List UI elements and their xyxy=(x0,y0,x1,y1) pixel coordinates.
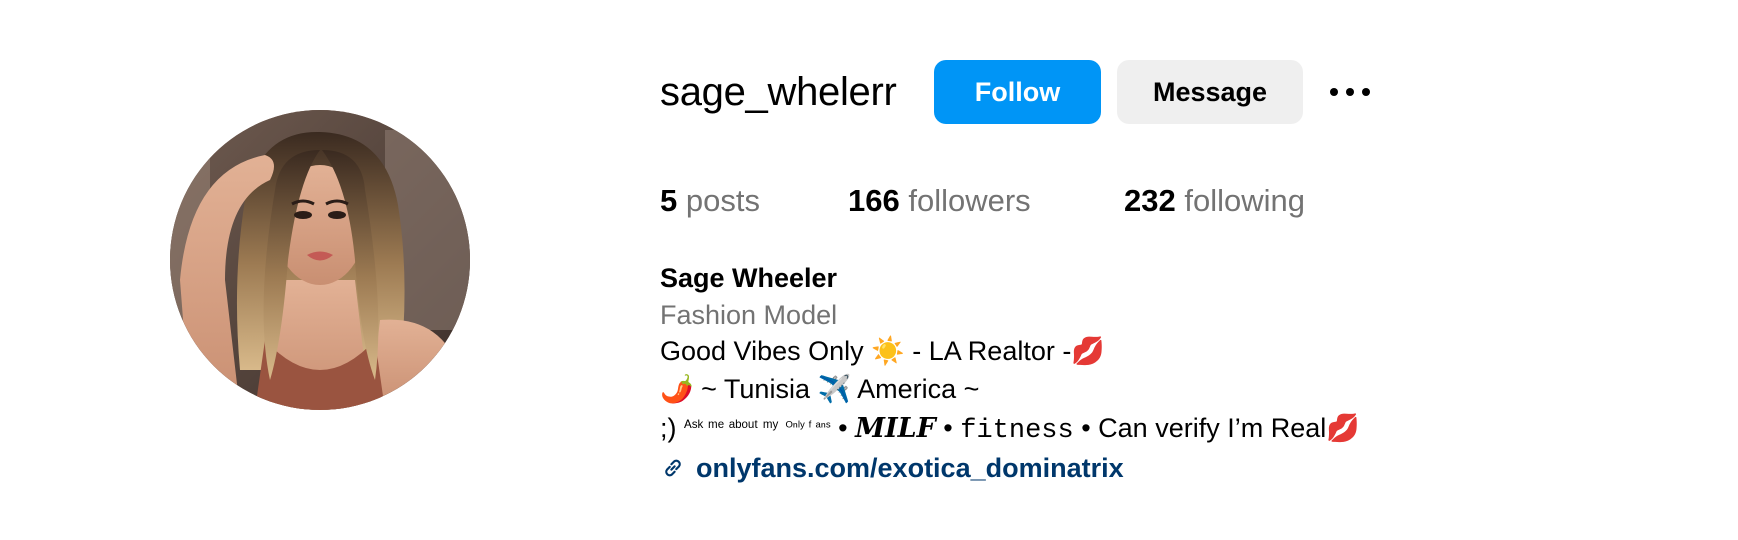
kiss-emoji: 💋 xyxy=(1071,336,1105,367)
bio-separator: • xyxy=(943,413,953,443)
bio-category: Fashion Model xyxy=(660,299,838,330)
following-label: following xyxy=(1184,183,1305,218)
posts-label: posts xyxy=(685,183,760,218)
bio-text: Good Vibes Only xyxy=(660,336,864,366)
bio-full-name: Sage Wheeler xyxy=(660,263,838,293)
more-dot xyxy=(1346,88,1354,96)
bio-mono-text: fitness xyxy=(960,416,1074,446)
bio-text: ;) xyxy=(660,413,677,443)
bio-text: America ~ xyxy=(857,373,980,404)
bio-line-1: Good Vibes Only ☀️ - LA Realtor -💋 xyxy=(660,333,1360,371)
bio-link-row: onlyfans.com/exotica_dominatrix xyxy=(660,450,1360,487)
bio-separator: • xyxy=(1081,413,1091,443)
bio-line-3: ;) ᴬˢᵏ ᵐᵉ ᵃᵇᵒᵘᵗ ᵐʸ ᴼⁿˡʸ ᶠ ᵃⁿˢ • MILF • f… xyxy=(660,408,1360,450)
sun-emoji: ☀️ xyxy=(871,336,905,367)
message-button[interactable]: Message xyxy=(1117,60,1303,124)
profile-bio: Sage Wheeler Fashion Model Good Vibes On… xyxy=(660,260,1360,486)
following-count: 232 xyxy=(1124,183,1176,218)
bio-line-2: 🌶️ ~ Tunisia ✈️ America ~ xyxy=(660,371,1360,409)
followers-label: followers xyxy=(908,183,1031,218)
followers-count: 166 xyxy=(848,183,900,218)
bio-text: - LA Realtor - xyxy=(912,336,1072,366)
more-dot xyxy=(1362,88,1370,96)
bio-text: Can verify I’m Real xyxy=(1098,413,1327,443)
bio-separator: • xyxy=(838,413,848,443)
kiss-emoji: 💋 xyxy=(1326,413,1360,444)
link-icon xyxy=(665,459,681,477)
profile-photo xyxy=(170,110,470,410)
posts-count: 5 xyxy=(660,183,678,218)
more-options-icon[interactable] xyxy=(1322,72,1378,112)
follow-button[interactable]: Follow xyxy=(934,60,1101,124)
following-stat[interactable]: 232 following xyxy=(1124,181,1305,221)
more-dot xyxy=(1330,88,1338,96)
posts-stat: 5 posts xyxy=(660,181,760,221)
bio-small-text: ᴬˢᵏ ᵐᵉ ᵃᵇᵒᵘᵗ ᵐʸ xyxy=(684,417,779,436)
profile-avatar[interactable] xyxy=(170,110,470,410)
airplane-emoji: ✈️ xyxy=(817,373,852,405)
followers-stat[interactable]: 166 followers xyxy=(848,181,1031,221)
bio-external-link[interactable]: onlyfans.com/exotica_dominatrix xyxy=(696,450,1124,487)
bio-tiny-text: ᴼⁿˡʸ ᶠ ᵃⁿˢ xyxy=(785,418,831,434)
chili-pepper-emoji: 🌶️ xyxy=(660,373,694,405)
bio-text: ~ Tunisia xyxy=(701,373,810,404)
bio-styled-text: MILF xyxy=(855,413,936,444)
profile-username: sage_whelerr xyxy=(660,70,897,114)
